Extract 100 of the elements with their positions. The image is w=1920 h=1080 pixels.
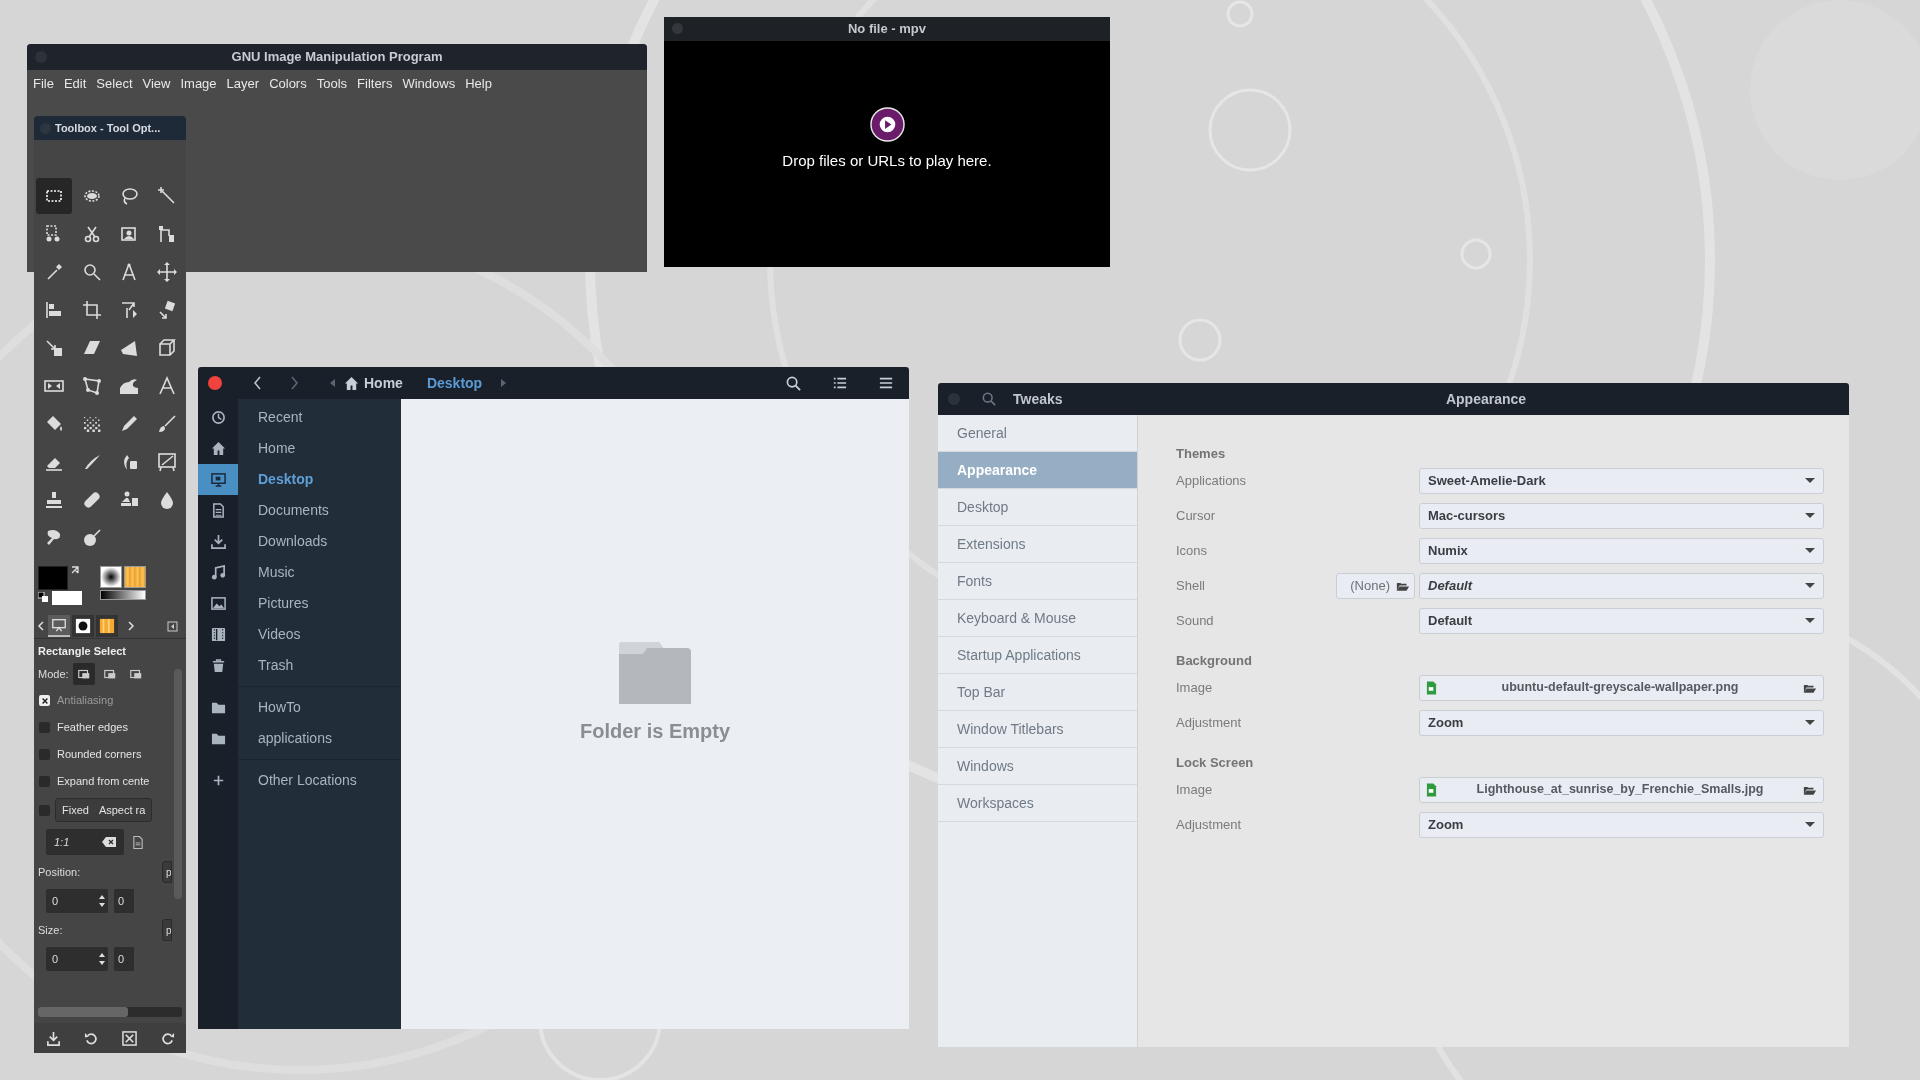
sidebar-item[interactable]: applications <box>238 723 401 754</box>
menu-item[interactable]: Help <box>465 74 492 94</box>
path-button[interactable]: Desktop <box>426 372 483 394</box>
sidebar-item[interactable]: Other Locations <box>238 765 401 796</box>
unit-dropdown[interactable]: p <box>162 861 172 883</box>
number-field[interactable]: 0 <box>114 889 134 913</box>
sidebar-item[interactable]: Downloads <box>238 526 401 557</box>
home-icon[interactable] <box>210 441 226 456</box>
sidebar-item[interactable]: Desktop <box>938 489 1137 526</box>
ratio-field[interactable]: 1:1 <box>46 829 124 855</box>
menu-item[interactable]: Layer <box>226 74 260 94</box>
dock-tab[interactable] <box>96 615 118 637</box>
save-icon[interactable] <box>45 1030 61 1046</box>
sidebar-item[interactable]: Top Bar <box>938 674 1137 711</box>
sidebar-item[interactable]: HowTo <box>238 692 401 723</box>
theme-dropdown[interactable]: Default <box>1419 572 1824 599</box>
sidebar-item[interactable]: Startup Applications <box>938 637 1137 674</box>
theme-dropdown[interactable]: Default <box>1419 607 1824 634</box>
sidebar-item[interactable]: Pictures <box>238 588 401 619</box>
restore-icon[interactable] <box>159 1030 175 1046</box>
mode-dropdown[interactable]: Fixed Aspect ra <box>55 798 153 822</box>
file-chooser[interactable]: ubuntu-default-greyscale-wallpaper.png <box>1419 674 1824 701</box>
monitor-icon[interactable] <box>210 472 226 487</box>
download-icon[interactable] <box>210 534 226 549</box>
drop-message: Drop files or URLs to play here. <box>782 151 992 172</box>
number-field[interactable]: 0 <box>46 889 108 913</box>
menu-icon[interactable] <box>879 376 893 390</box>
theme-dropdown[interactable]: Sweet-Amelie-Dark <box>1419 467 1824 494</box>
spin-arrows-icon[interactable] <box>98 894 106 908</box>
checkbox[interactable] <box>39 749 50 760</box>
canvas-brush-icon <box>156 452 177 472</box>
sidebar-item[interactable]: Window Titlebars <box>938 711 1137 748</box>
sidebar-item[interactable]: Music <box>238 557 401 588</box>
shell-file-button[interactable]: (None) <box>1336 572 1415 599</box>
theme-dropdown[interactable]: Mac-cursors <box>1419 502 1824 529</box>
tool-button[interactable] <box>36 178 72 214</box>
dock-tab[interactable] <box>72 615 94 637</box>
clear-icon[interactable] <box>102 836 116 848</box>
file-chooser[interactable]: Lighthouse_at_sunrise_by_Frenchie_Smalls.jpg <box>1419 776 1824 803</box>
menu-icon[interactable] <box>167 620 178 632</box>
swap-arrows-icon[interactable] <box>70 564 80 574</box>
image-icon[interactable] <box>210 596 226 611</box>
film-icon[interactable] <box>210 627 226 642</box>
music-note-icon[interactable] <box>210 565 226 580</box>
empty-message: Folder is Empty <box>580 719 730 744</box>
menu-item[interactable]: Select <box>96 74 133 94</box>
move-icon <box>156 262 177 282</box>
number-field[interactable]: 0 <box>114 947 134 971</box>
sidebar-item[interactable]: Videos <box>238 619 401 650</box>
undo-icon[interactable] <box>83 1030 99 1046</box>
menu-item[interactable]: Tools <box>316 74 348 94</box>
close-button[interactable] <box>208 376 222 390</box>
checkbox[interactable] <box>39 776 50 787</box>
menu-item[interactable]: Filters <box>357 74 393 94</box>
spin-arrows-icon[interactable] <box>98 952 106 966</box>
sidebar-item[interactable]: Workspaces <box>938 785 1137 822</box>
number-field[interactable]: 0 <box>46 947 108 971</box>
sidebar-item[interactable]: Desktop <box>238 464 401 495</box>
default-colors-icon[interactable] <box>38 592 48 602</box>
folder-icon[interactable] <box>210 731 226 746</box>
chevron-left-icon[interactable] <box>36 620 46 632</box>
unit-dropdown[interactable]: p <box>162 919 172 941</box>
sidebar-item[interactable]: Extensions <box>938 526 1137 563</box>
sidebar-item[interactable]: Documents <box>238 495 401 526</box>
mode-button[interactable] <box>72 663 95 685</box>
theme-dropdown[interactable]: Zoom <box>1419 709 1824 736</box>
sidebar-item[interactable]: Recent <box>238 402 401 433</box>
menu-item[interactable]: Image <box>180 74 217 94</box>
chevron-right-icon[interactable] <box>126 620 136 632</box>
scrollbar[interactable] <box>38 1007 128 1017</box>
foreground-color-swatch[interactable] <box>38 566 68 590</box>
brush-preview[interactable] <box>100 566 122 588</box>
delete-icon[interactable] <box>121 1030 137 1046</box>
menu-item[interactable]: Colors <box>269 74 307 94</box>
checkbox[interactable] <box>39 804 50 816</box>
sidebar-item[interactable]: Trash <box>238 650 401 681</box>
list-view-icon[interactable] <box>833 376 847 390</box>
menu-item[interactable]: Edit <box>63 74 87 94</box>
sidebar-item[interactable]: Windows <box>938 748 1137 785</box>
document-icon[interactable] <box>210 503 226 518</box>
forward-icon[interactable] <box>290 375 300 391</box>
trash-icon[interactable] <box>210 658 226 673</box>
sidebar-item[interactable]: Fonts <box>938 563 1137 600</box>
menu-item[interactable]: File <box>33 74 54 94</box>
caret-left-icon[interactable] <box>328 377 336 389</box>
background-color-swatch[interactable] <box>52 591 82 605</box>
sidebar-item[interactable]: Home <box>238 433 401 464</box>
document-icon[interactable] <box>132 834 144 850</box>
clock-icon[interactable] <box>210 410 226 425</box>
sidebar-item[interactable]: Keyboard & Mouse <box>938 600 1137 637</box>
checkbox[interactable] <box>39 722 50 733</box>
gradient-preview[interactable] <box>100 590 146 600</box>
menu-item[interactable]: View <box>142 74 171 94</box>
search-icon[interactable] <box>786 375 801 391</box>
theme-dropdown[interactable]: Numix <box>1419 537 1824 564</box>
back-icon[interactable] <box>252 375 262 391</box>
path-button[interactable]: Home <box>344 372 403 394</box>
theme-dropdown[interactable]: Zoom <box>1419 811 1824 838</box>
folder-icon[interactable] <box>210 700 226 715</box>
menu-item[interactable]: Windows <box>402 74 456 94</box>
